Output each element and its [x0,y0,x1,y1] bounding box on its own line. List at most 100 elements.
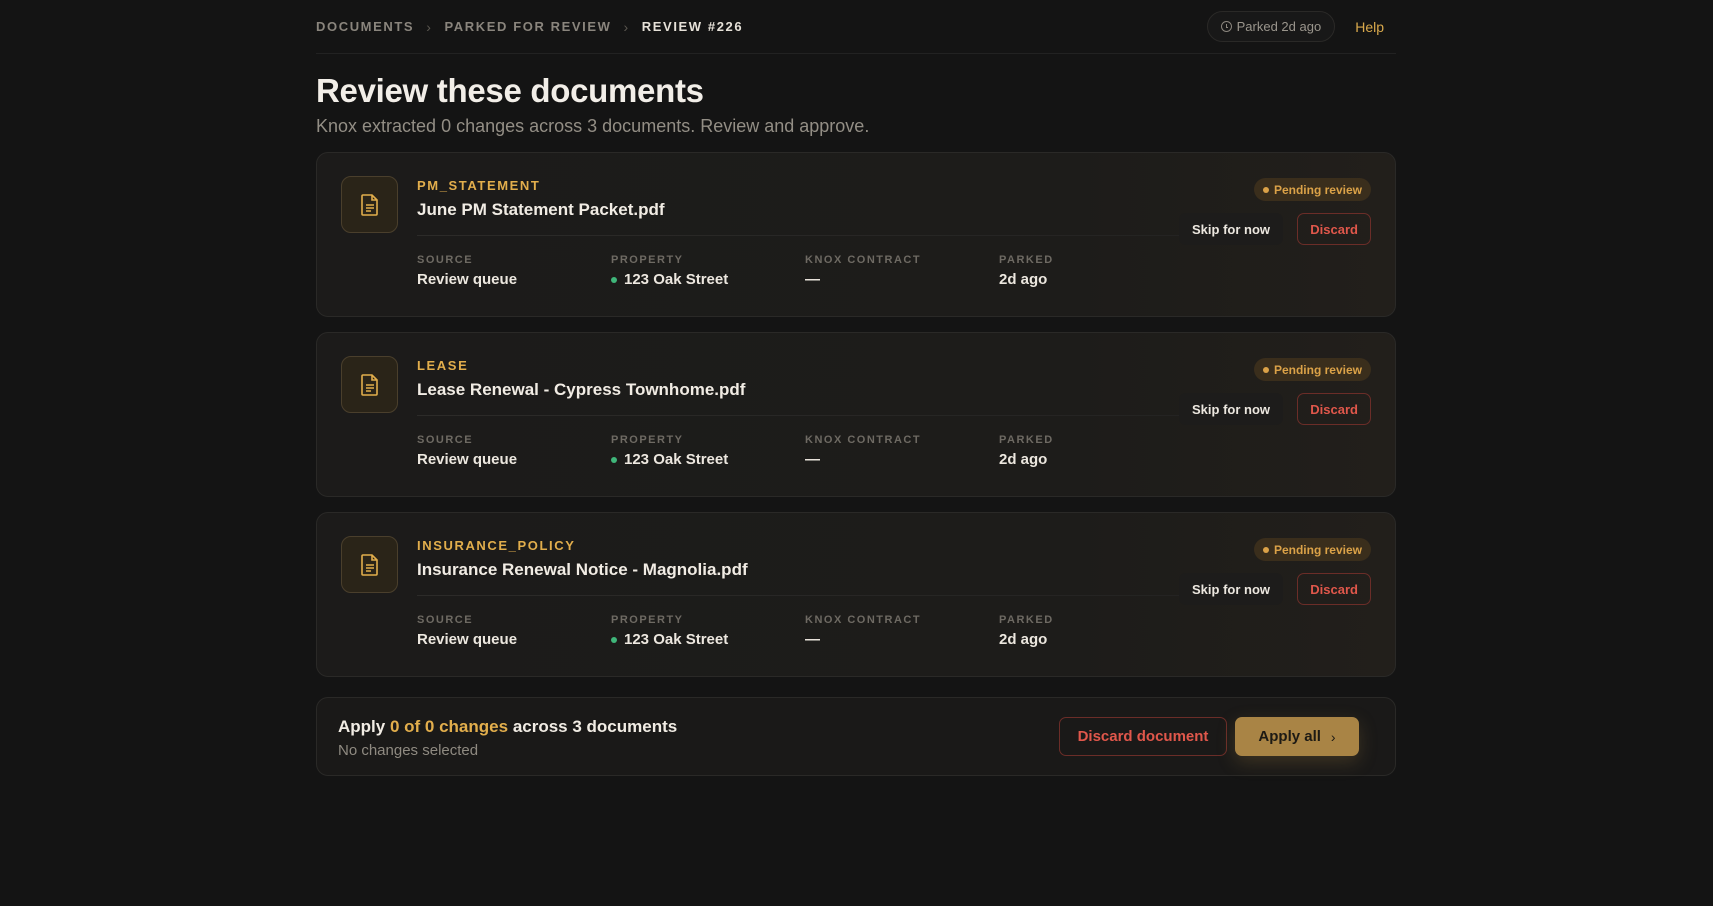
meta-value: — [805,631,995,648]
discard-document-button[interactable]: Discard document [1059,717,1227,756]
status-label: Pending review [1273,362,1362,377]
clock-icon [1220,21,1232,32]
document-type: PM_STATEMENT [417,178,541,193]
meta-value: 2d ago [999,451,1189,468]
discard-button[interactable]: Discard [1297,213,1371,245]
document-type: INSURANCE_POLICY [417,538,576,553]
property-status-dot [611,636,617,643]
document-card: INSURANCE_POLICY Insurance Renewal Notic… [316,512,1396,677]
document-card: PM_STATEMENT June PM Statement Packet.pd… [316,152,1396,317]
top-bar: DOCUMENTS › PARKED FOR REVIEW › REVIEW #… [316,0,1396,54]
page-title: Review these documents [316,72,704,109]
meta-value: 123 Oak Street [611,451,801,468]
status-badge: Pending review [1253,178,1371,201]
meta-value: — [805,271,995,288]
contract-value: — [805,271,820,288]
meta-source: SOURCE Review queue [417,434,607,468]
divider [417,595,1187,596]
meta-label: PARKED [999,254,1054,266]
breadcrumb-documents[interactable]: DOCUMENTS [316,19,414,34]
meta-label: PROPERTY [611,434,684,446]
meta-source: SOURCE Review queue [417,614,607,648]
document-icon [341,176,398,233]
meta-property: PROPERTY 123 Oak Street [611,614,801,648]
meta-property: PROPERTY 123 Oak Street [611,254,801,288]
status-dot [1262,186,1269,193]
chevron-right-icon: › [623,18,630,35]
meta-parked: PARKED 2d ago [999,434,1189,468]
property-status-dot [611,276,617,283]
meta-property: PROPERTY 123 Oak Street [611,434,801,468]
meta-label: SOURCE [417,614,474,626]
document-icon [341,356,398,413]
meta-label: SOURCE [417,254,474,266]
parked-value: 2d ago [999,271,1048,288]
source-value: Review queue [417,451,518,468]
discard-button[interactable]: Discard [1297,573,1371,605]
review-page: DOCUMENTS › PARKED FOR REVIEW › REVIEW #… [316,0,1396,776]
status-dot [1262,546,1269,553]
apply-subtext: No changes selected [338,742,479,759]
document-type: LEASE [417,358,469,373]
help-link[interactable]: Help [1355,19,1384,35]
meta-source: SOURCE Review queue [417,254,607,288]
divider [417,415,1187,416]
meta-label: PROPERTY [611,614,684,626]
status-label: Pending review [1273,182,1362,197]
apply-prefix: Apply [338,717,386,736]
divider [417,235,1187,236]
top-right-actions: Parked 2d ago Help [1206,11,1396,42]
apply-count-highlight: 0 of 0 changes [389,717,509,736]
meta-label: KNOX CONTRACT [805,434,922,446]
property-value: 123 Oak Street [624,271,729,288]
status-dot [1262,366,1269,373]
document-icon [341,536,398,593]
contract-value: — [805,451,820,468]
breadcrumb-parked-for-review[interactable]: PARKED FOR REVIEW [444,19,611,34]
breadcrumb: DOCUMENTS › PARKED FOR REVIEW › REVIEW #… [316,19,743,35]
meta-contract: KNOX CONTRACT — [805,434,995,468]
apply-bar: Apply 0 of 0 changes across 3 documents … [316,697,1396,776]
meta-value: 123 Oak Street [611,631,801,648]
chevron-right-icon: › [426,18,433,35]
chevron-right-icon: › [1330,728,1336,745]
document-name: Lease Renewal - Cypress Townhome.pdf [417,380,746,399]
meta-label: PARKED [999,434,1054,446]
property-value: 123 Oak Street [624,451,729,468]
meta-value: — [805,451,995,468]
parked-status-pill: Parked 2d ago [1206,11,1336,42]
meta-parked: PARKED 2d ago [999,614,1189,648]
meta-value: 2d ago [999,271,1189,288]
meta-value: Review queue [417,451,607,468]
meta-value: 2d ago [999,631,1189,648]
contract-value: — [805,631,820,648]
parked-status-label: Parked 2d ago [1236,19,1322,34]
apply-suffix: across 3 documents [512,717,678,736]
status-label: Pending review [1273,542,1362,557]
property-value: 123 Oak Street [624,631,729,648]
skip-button[interactable]: Skip for now [1179,393,1283,425]
meta-label: SOURCE [417,434,474,446]
meta-label: KNOX CONTRACT [805,614,922,626]
meta-label: PROPERTY [611,254,684,266]
meta-value: Review queue [417,271,607,288]
breadcrumb-current-review: REVIEW #226 [641,19,744,34]
apply-summary: Apply 0 of 0 changes across 3 documents [338,717,677,737]
meta-contract: KNOX CONTRACT — [805,614,995,648]
apply-all-label: Apply all [1258,728,1321,745]
status-badge: Pending review [1253,538,1371,561]
page-subtitle: Knox extracted 0 changes across 3 docume… [316,116,870,136]
skip-button[interactable]: Skip for now [1179,573,1283,605]
meta-parked: PARKED 2d ago [999,254,1189,288]
meta-contract: KNOX CONTRACT — [805,254,995,288]
skip-button[interactable]: Skip for now [1179,213,1283,245]
meta-label: PARKED [999,614,1054,626]
meta-label: KNOX CONTRACT [805,254,922,266]
source-value: Review queue [417,631,518,648]
meta-value: 123 Oak Street [611,271,801,288]
document-name: Insurance Renewal Notice - Magnolia.pdf [417,560,748,579]
apply-all-button[interactable]: Apply all › [1235,717,1359,756]
document-name: June PM Statement Packet.pdf [417,200,665,219]
discard-button[interactable]: Discard [1297,393,1371,425]
meta-value: Review queue [417,631,607,648]
